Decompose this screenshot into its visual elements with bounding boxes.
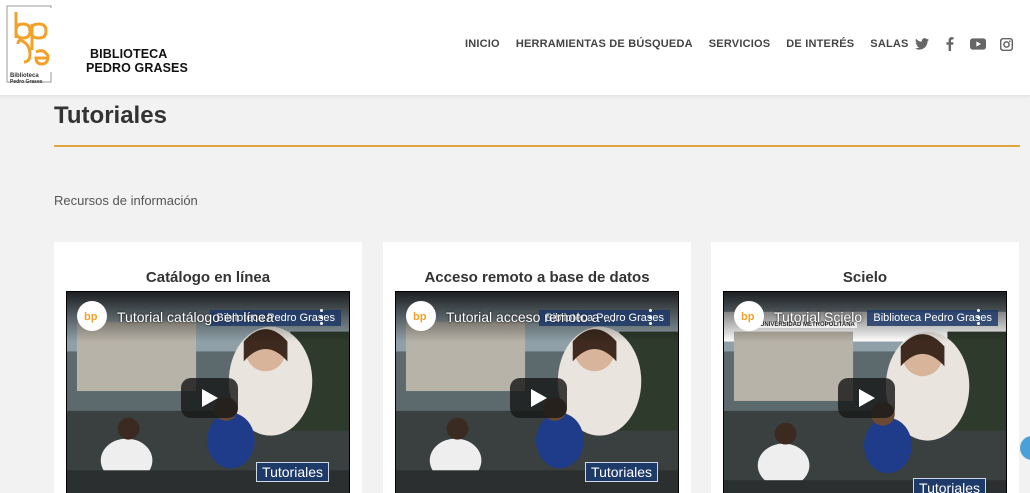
play-button[interactable] <box>181 378 238 418</box>
brand-line-2: PEDRO GRASES <box>86 61 188 75</box>
card-heading: Catálogo en línea <box>145 269 271 286</box>
card-heading: Acceso remoto a base de datos <box>424 269 650 286</box>
nav-item-salas[interactable]: SALAS <box>870 38 908 50</box>
main-nav: INICIO HERRAMIENTAS DE BÚSQUEDA SERVICIO… <box>465 38 909 50</box>
social-links <box>914 36 1014 52</box>
chat-widget-icon[interactable] <box>1020 436 1030 460</box>
video-embed[interactable]: Biblioteca Pedro Grases bp Tutorial acce… <box>395 291 679 493</box>
video-embed[interactable]: Biblioteca Pedro Grases bp Tutorial catá… <box>66 291 350 493</box>
video-badge: Tutoriales <box>256 462 329 482</box>
video-title[interactable]: Tutorial acceso remoto a ... <box>446 309 615 325</box>
tutorial-card-catalogo: Catálogo en línea Biblioteca Pedro Grase… <box>54 242 362 493</box>
youtube-icon[interactable] <box>970 36 986 52</box>
channel-avatar[interactable]: bp <box>406 301 436 331</box>
svg-text:bp: bp <box>741 311 755 323</box>
library-logo[interactable]: Biblioteca Pedro Grases <box>6 4 58 85</box>
more-vert-icon[interactable] <box>648 309 652 325</box>
card-heading: Scielo <box>842 269 888 286</box>
video-embed[interactable]: UNIVERSIDAD METROPOLITANA Biblioteca Ped… <box>723 291 1007 493</box>
video-title[interactable]: Tutorial catálogo en línea <box>117 309 274 325</box>
tutorial-card-acceso-remoto: Acceso remoto a base de datos Biblioteca… <box>383 242 691 493</box>
more-vert-icon[interactable] <box>976 309 980 325</box>
svg-text:bp: bp <box>84 311 98 323</box>
nav-item-herramientas[interactable]: HERRAMIENTAS DE BÚSQUEDA <box>516 38 693 50</box>
facebook-icon[interactable] <box>942 36 958 52</box>
twitter-icon[interactable] <box>914 36 930 52</box>
channel-avatar[interactable]: bp <box>734 301 764 331</box>
play-button[interactable] <box>838 378 895 418</box>
page-title: Tutoriales <box>54 102 167 129</box>
play-icon <box>201 389 218 407</box>
svg-text:bp: bp <box>413 311 427 323</box>
svg-text:Pedro Grases: Pedro Grases <box>10 79 43 84</box>
more-vert-icon[interactable] <box>319 309 323 325</box>
brand-name[interactable]: BIBLIOTECA PEDRO GRASES <box>86 47 188 75</box>
brand-line-1: BIBLIOTECA <box>90 47 168 61</box>
channel-avatar[interactable]: bp <box>77 301 107 331</box>
video-title[interactable]: Tutorial Scielo <box>774 309 862 325</box>
video-badge: Tutoriales <box>913 478 986 493</box>
instagram-icon[interactable] <box>998 36 1014 52</box>
play-icon <box>530 389 547 407</box>
section-subtitle: Recursos de información <box>54 193 198 208</box>
video-badge: Tutoriales <box>585 462 658 482</box>
tutorial-card-scielo: Scielo UNIVERSIDAD METROPOLITANA Bibliot… <box>711 242 1019 493</box>
nav-item-servicios[interactable]: SERVICIOS <box>709 38 771 50</box>
title-divider <box>54 145 1020 147</box>
site-header: Biblioteca Pedro Grases BIBLIOTECA PEDRO… <box>0 0 1030 96</box>
play-icon <box>858 389 875 407</box>
nav-item-de-interes[interactable]: DE INTERÉS <box>786 38 854 50</box>
play-button[interactable] <box>510 378 567 418</box>
nav-item-inicio[interactable]: INICIO <box>465 38 500 50</box>
